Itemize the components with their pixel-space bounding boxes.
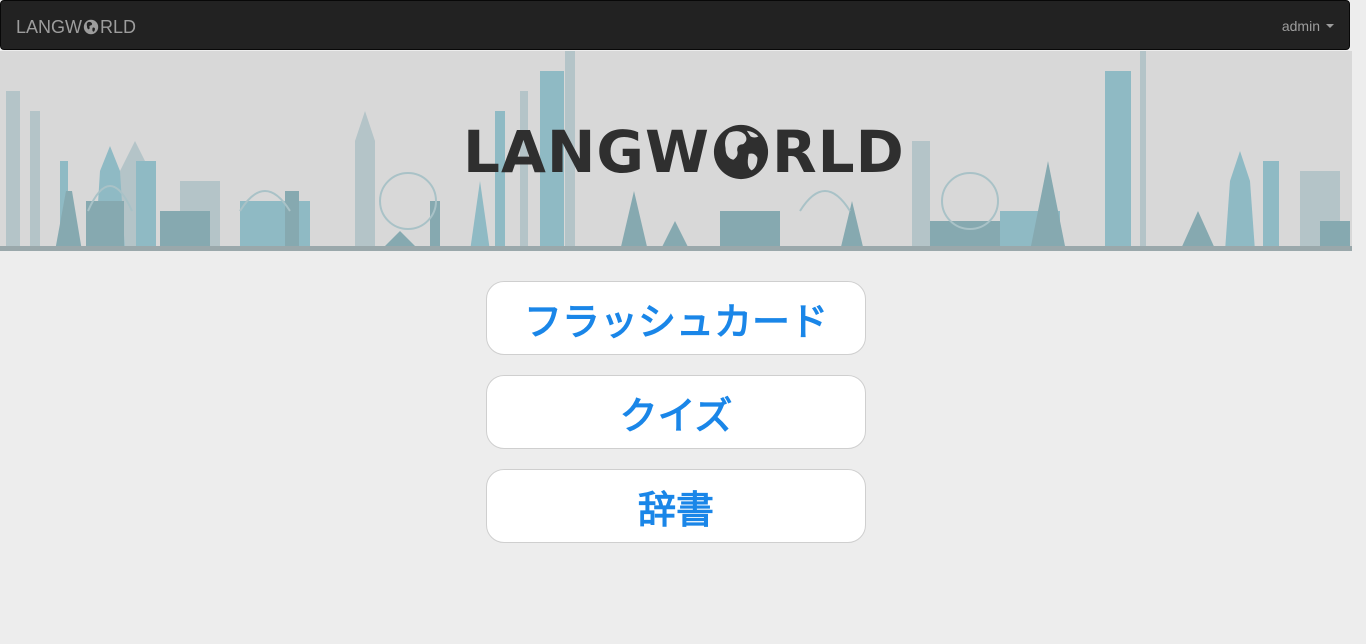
- nav-brand[interactable]: LANGW RLD: [16, 16, 136, 38]
- globe-icon: [713, 124, 769, 180]
- langworld-logo: LANGW RLD: [463, 117, 905, 187]
- user-dropdown[interactable]: admin: [1282, 16, 1334, 36]
- header-banner: LANGW RLD: [0, 51, 1352, 251]
- globe-icon: [83, 19, 99, 35]
- quiz-button[interactable]: クイズ: [486, 375, 866, 449]
- logo-suffix: RLD: [771, 118, 905, 186]
- caret-down-icon: [1326, 24, 1334, 28]
- nav-brand-prefix: LANGW: [16, 16, 83, 37]
- flashcard-button[interactable]: フラッシュカード: [486, 281, 866, 355]
- logo-prefix: LANGW: [463, 118, 710, 186]
- nav-brand-suffix: RLD: [100, 16, 137, 37]
- top-navbar: LANGW RLD admin: [0, 0, 1350, 50]
- dictionary-button[interactable]: 辞書: [486, 469, 866, 543]
- user-name: admin: [1281, 18, 1320, 34]
